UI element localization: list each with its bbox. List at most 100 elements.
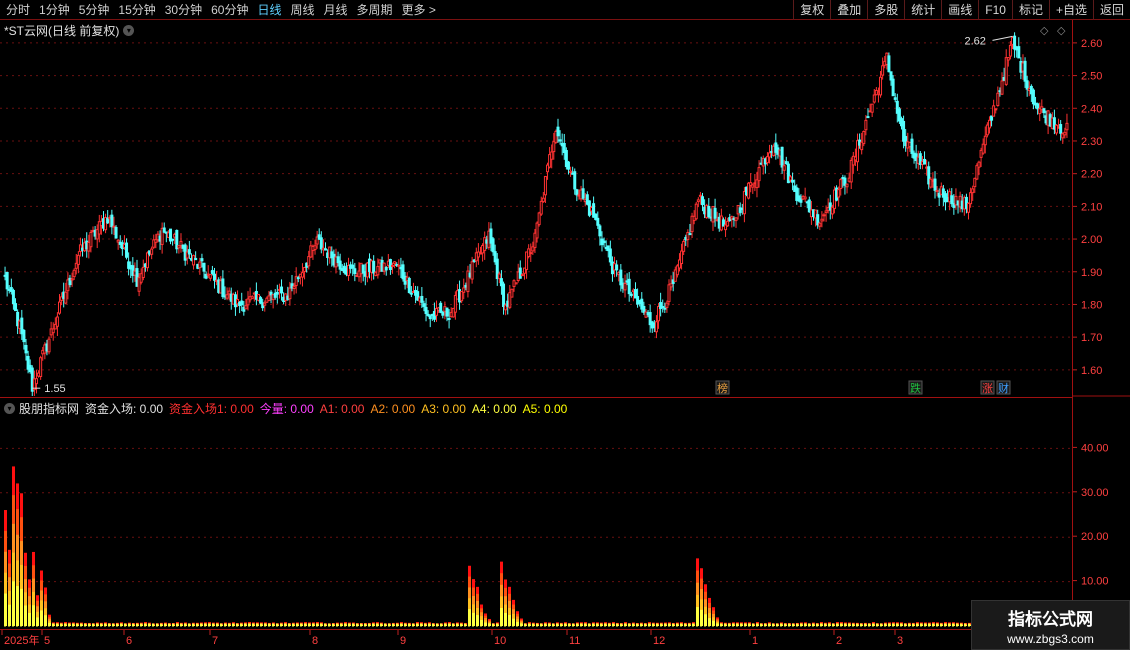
date-label-1: 5 xyxy=(44,635,50,647)
candle-body xyxy=(194,257,198,261)
candle-body xyxy=(550,151,554,160)
period-tab-0[interactable]: 分时 xyxy=(6,0,30,20)
main-pane-title: *ST云网(日线 前复权) ▾ xyxy=(4,22,135,39)
indicator-menu-icon[interactable]: ▾ xyxy=(4,403,15,414)
tool-button-0[interactable]: 复权 xyxy=(793,0,830,20)
tool-button-4[interactable]: 画线 xyxy=(941,0,978,20)
period-tab-6[interactable]: 日线 xyxy=(257,0,281,20)
indicator-bar xyxy=(8,604,11,626)
candle-body xyxy=(977,161,981,168)
candle-body xyxy=(1065,122,1069,131)
tool-button-7[interactable]: +自选 xyxy=(1048,0,1093,20)
indicator-value-3: A1: 0.00 xyxy=(319,401,365,416)
candle-body xyxy=(780,146,784,168)
candle-body xyxy=(439,302,443,313)
candle-body xyxy=(39,357,43,377)
candlestick-chart[interactable]: 1.55 2.62 榜 跌 涨财 ◇ ◇ xyxy=(0,20,1072,401)
candle-body xyxy=(642,305,646,313)
candle-body xyxy=(1036,103,1040,110)
dropdown-icon[interactable]: ▾ xyxy=(123,25,135,36)
candle-body xyxy=(893,97,897,100)
tool-button-8[interactable]: 返回 xyxy=(1092,0,1130,20)
diamond-icon-2: ◇ xyxy=(1057,25,1066,37)
candle-body xyxy=(569,170,573,173)
candle-body xyxy=(388,259,392,271)
candle-body xyxy=(518,267,522,279)
price-tick-label-0: 2.60 xyxy=(1081,38,1102,50)
indicator-bar xyxy=(32,605,35,626)
candle-body xyxy=(303,267,307,272)
candle-body xyxy=(870,103,874,113)
candle-body xyxy=(34,378,38,385)
candle-body xyxy=(372,260,376,274)
period-tab-9[interactable]: 多周期 xyxy=(357,0,393,20)
indicator-name[interactable]: 股朋指标网 xyxy=(19,400,79,417)
date-label-8: 12 xyxy=(653,635,665,647)
candle-body xyxy=(227,290,231,295)
candle-body xyxy=(535,222,539,239)
candle-body xyxy=(428,315,432,320)
period-tab-8[interactable]: 月线 xyxy=(324,0,348,20)
indicator-chart[interactable] xyxy=(0,398,1072,630)
period-tab-4[interactable]: 30分钟 xyxy=(165,0,202,20)
candle-body xyxy=(967,202,971,213)
candle-body xyxy=(973,177,977,188)
date-label-10: 2 xyxy=(836,635,842,647)
candle-body xyxy=(89,231,93,248)
value-tick-label-0: 40.00 xyxy=(1081,442,1109,454)
high-price-label: 2.62 xyxy=(964,35,985,47)
candle-body xyxy=(935,190,939,193)
candle-body xyxy=(307,256,311,267)
candlestick-pane[interactable]: 1.55 2.62 榜 跌 涨财 ◇ ◇ *ST云网(日线 前复权) ▾ xyxy=(0,20,1072,401)
candle-body xyxy=(125,242,129,258)
indicator-value-2: 今量: 0.00 xyxy=(259,402,314,416)
candle-body xyxy=(791,179,795,183)
candle-body xyxy=(351,264,355,269)
candle-body xyxy=(1008,44,1012,57)
indicator-value-5: A3: 0.00 xyxy=(421,401,466,416)
candle-body xyxy=(537,212,541,226)
candle-body xyxy=(726,220,730,227)
indicator-pane[interactable]: ▾ 股朋指标网 资金入场: 0.00 资金入场1: 0.00 今量: 0.00 A1:… xyxy=(0,397,1072,629)
candle-body xyxy=(202,262,206,272)
candle-body xyxy=(539,200,543,215)
candle-body xyxy=(208,273,212,279)
candle-body xyxy=(441,311,445,316)
price-axis: 2.60 2.50 2.40 2.30 2.20 2.10 2.00 1.90 1.80 1.70… xyxy=(1072,20,1130,632)
candle-body xyxy=(713,207,717,219)
event-marker-text: 财 xyxy=(998,381,1009,395)
period-tab-10[interactable]: 更多 > xyxy=(402,0,436,20)
period-tab-1[interactable]: 1分钟 xyxy=(39,0,70,20)
date-label-3: 7 xyxy=(212,635,218,647)
tool-button-2[interactable]: 多股 xyxy=(867,0,904,20)
value-tick-label-2: 20.00 xyxy=(1081,531,1109,543)
candle-body xyxy=(627,278,631,295)
period-tab-3[interactable]: 15分钟 xyxy=(118,0,155,20)
tool-button-3[interactable]: 统计 xyxy=(904,0,941,20)
tool-button-6[interactable]: 标记 xyxy=(1011,0,1049,20)
period-tab-7[interactable]: 周线 xyxy=(290,0,314,20)
candle-body xyxy=(661,305,665,308)
tool-button-1[interactable]: 叠加 xyxy=(830,0,867,20)
price-tick-label-5: 2.10 xyxy=(1081,201,1102,213)
period-tab-5[interactable]: 60分钟 xyxy=(211,0,248,20)
candle-body xyxy=(198,261,202,269)
price-tick-label-2: 2.40 xyxy=(1081,103,1102,115)
candle-body xyxy=(923,158,927,165)
tool-button-5[interactable]: F10 xyxy=(978,0,1012,20)
date-label-5: 9 xyxy=(400,635,406,647)
event-marker-3: 财 xyxy=(996,380,1011,395)
candle-body xyxy=(701,196,705,206)
price-tick-label-4: 2.20 xyxy=(1081,169,1102,181)
event-marker-text: 榜 xyxy=(717,381,728,395)
candle-body xyxy=(420,295,424,303)
candle-body xyxy=(933,178,937,191)
candle-body xyxy=(470,261,474,280)
candle-body xyxy=(541,197,545,203)
indicator-value-1: 资金入场1: 0.00 xyxy=(169,402,254,416)
indicator-value-0: 资金入场: 0.00 xyxy=(85,402,164,416)
candle-body xyxy=(602,240,606,244)
period-tab-2[interactable]: 5分钟 xyxy=(79,0,110,20)
candle-body xyxy=(171,238,175,241)
candle-body xyxy=(682,241,686,252)
